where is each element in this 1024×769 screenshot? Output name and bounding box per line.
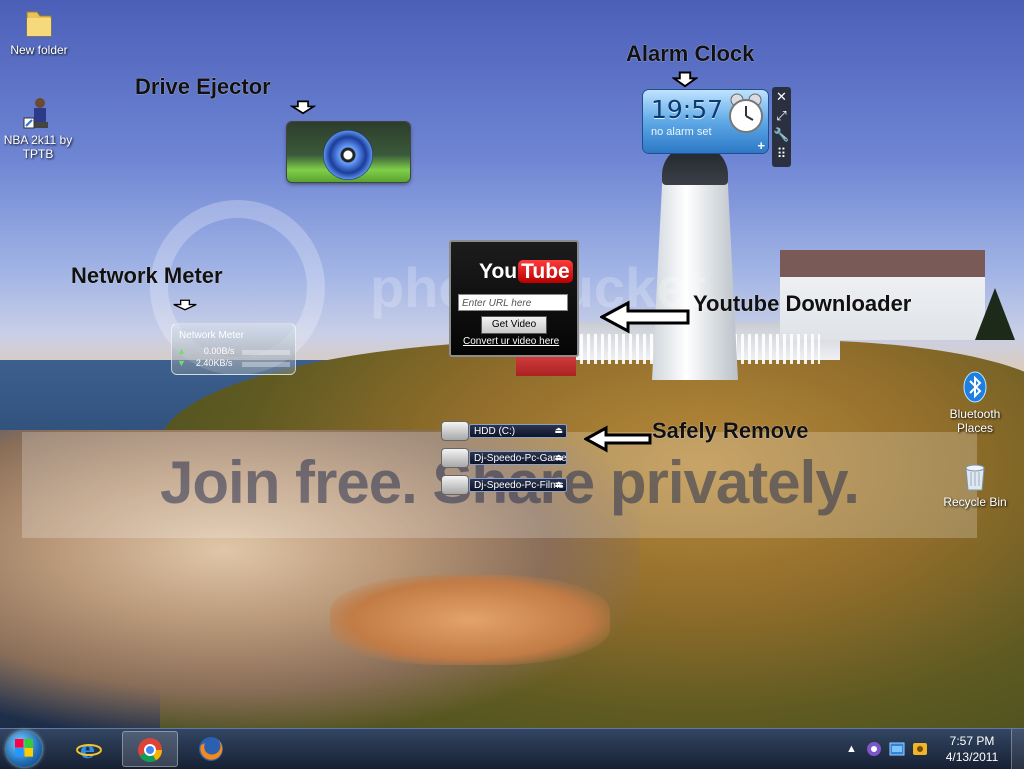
drive-item[interactable]: HDD (C:) ⏏: [441, 421, 569, 441]
drive-label: Dj-Speedo-Pc-Films (E:): [469, 478, 567, 492]
youtube-logo-you: You: [479, 260, 518, 283]
hard-drive-icon: [441, 421, 469, 441]
desktop[interactable]: photobucket Join free. Share privately. …: [0, 0, 1024, 728]
convert-video-link[interactable]: Convert ur video here: [463, 336, 559, 347]
annotation-drive-ejector: Drive Ejector: [135, 74, 271, 99]
internet-explorer-icon: e: [76, 736, 102, 762]
drive-label: Dj-Speedo-Pc-Games (S: [469, 451, 567, 465]
youtube-downloader-gadget: You Tube Enter URL here Get Video Convert…: [449, 240, 579, 357]
add-alarm-button[interactable]: +: [757, 138, 765, 153]
drive-ejector-gadget[interactable]: [287, 122, 410, 182]
annotation-youtube-downloader: Youtube Downloader: [693, 291, 912, 316]
hard-drive-icon: [441, 475, 469, 495]
upload-rate: 0.00B/s: [203, 346, 235, 356]
upload-row: ▲ 0.00B/s: [177, 346, 234, 356]
download-row: ▼ 2.40KB/s: [177, 358, 232, 368]
taskbar-firefox[interactable]: [184, 731, 240, 767]
eject-icon[interactable]: ⏏: [554, 479, 563, 490]
url-input[interactable]: Enter URL here: [458, 294, 568, 311]
arrow-down-icon: [672, 71, 698, 88]
drive-label: HDD (C:): [469, 424, 567, 438]
resize-icon[interactable]: ⤢: [772, 106, 791, 125]
system-tray: ▲: [846, 741, 928, 757]
nba-game-shortcut-icon: [23, 98, 48, 129]
hard-drive-icon: [441, 448, 469, 468]
firefox-icon: [199, 737, 223, 761]
desktop-icon-recycle-bin[interactable]: Recycle Bin: [937, 462, 1013, 509]
eject-icon[interactable]: ⏏: [554, 452, 563, 463]
start-button[interactable]: [6, 731, 42, 767]
recycle-bin-icon: [965, 464, 985, 491]
show-desktop-button[interactable]: [1011, 729, 1024, 769]
windows-logo-icon: [15, 739, 33, 757]
volume-icon[interactable]: [912, 741, 928, 757]
download-rate: 2.40KB/s: [195, 358, 233, 368]
alarm-clock-icon: [729, 93, 763, 133]
taskbar-clock[interactable]: 7:57 PM 4/13/2011: [940, 733, 1004, 765]
arrow-left-icon: [600, 300, 690, 334]
youtube-logo: You Tube: [479, 260, 573, 284]
eject-icon[interactable]: ⏏: [554, 425, 563, 436]
chrome-icon: [138, 738, 162, 763]
show-hidden-icons-arrow[interactable]: ▲: [846, 743, 857, 755]
desktop-icon-new-folder[interactable]: New folder: [1, 6, 77, 57]
download-arrow-icon: ▼: [177, 358, 186, 368]
alarm-clock-gadget[interactable]: 19:57 no alarm set +: [643, 90, 768, 153]
arrow-left-icon: [584, 425, 652, 453]
network-meter-gadget: Network Meter ▲ 0.00B/s ▼ 2.40KB/s: [171, 323, 296, 375]
svg-text:e: e: [80, 736, 95, 762]
drag-handle-icon[interactable]: ⠿: [772, 144, 791, 163]
desktop-icon-bluetooth-places[interactable]: Bluetooth Places: [937, 370, 1013, 435]
annotation-network-meter: Network Meter: [71, 263, 223, 288]
desktop-icon-label: NBA 2k11 by TPTB: [3, 133, 73, 161]
alarm-time: 19:57: [651, 95, 724, 124]
network-icon[interactable]: [889, 741, 905, 757]
arrow-down-icon: [173, 299, 197, 311]
upload-arrow-icon: ▲: [177, 346, 186, 356]
desktop-icon-label: Recycle Bin: [943, 495, 1007, 509]
desktop-icon-nba-2k11[interactable]: NBA 2k11 by TPTB: [0, 96, 76, 161]
alarm-status: no alarm set: [651, 126, 712, 138]
desktop-icon-label: New folder: [10, 43, 68, 57]
upload-bar: [242, 350, 290, 355]
taskbar-chrome[interactable]: [122, 731, 178, 767]
wrench-icon[interactable]: 🔧: [772, 125, 791, 144]
tray-app-icon[interactable]: [866, 741, 882, 757]
taskbar: e ▲ 7:57 PM 4/13/2011: [0, 728, 1024, 769]
arrow-down-icon: [290, 100, 316, 115]
download-bar: [242, 362, 290, 367]
drive-item[interactable]: Dj-Speedo-Pc-Games (S ⏏: [441, 448, 569, 468]
taskbar-internet-explorer[interactable]: e: [62, 731, 118, 767]
drive-item[interactable]: Dj-Speedo-Pc-Films (E:) ⏏: [441, 475, 569, 495]
close-icon[interactable]: ✕: [772, 87, 791, 106]
youtube-logo-tube: Tube: [518, 260, 573, 283]
orange-rock: [330, 575, 610, 665]
bluetooth-icon: [963, 371, 987, 403]
clock-time: 7:57 PM: [949, 734, 995, 748]
get-video-button[interactable]: Get Video: [481, 316, 547, 334]
desktop-icon-label: Bluetooth Places: [949, 407, 1001, 435]
annotation-safely-remove: Safely Remove: [652, 418, 809, 443]
gadget-controls: ✕ ⤢ 🔧 ⠿: [772, 87, 791, 167]
dvd-disc-icon[interactable]: [323, 130, 373, 180]
folder-icon: [26, 11, 52, 37]
annotation-alarm-clock: Alarm Clock: [626, 41, 755, 66]
network-meter-title: Network Meter: [179, 330, 245, 341]
clock-date: 4/13/2011: [945, 750, 999, 764]
